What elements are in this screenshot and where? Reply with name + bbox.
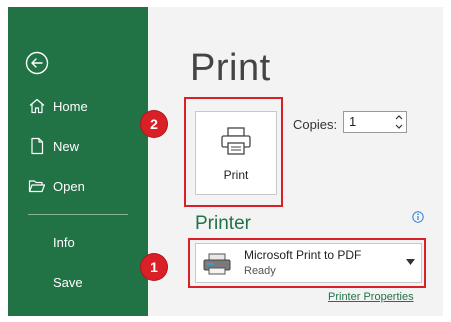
- spin-up-icon[interactable]: [394, 113, 404, 122]
- info-icon[interactable]: [412, 211, 424, 223]
- sidebar-item-save[interactable]: Save: [8, 266, 148, 298]
- callout-badge-2: 2: [141, 111, 167, 137]
- callout-box-printer: [188, 238, 426, 288]
- sidebar-item-info[interactable]: Info: [8, 226, 148, 258]
- callout-badge-1: 1: [141, 254, 167, 280]
- backstage-frame: Home New Open Info Save Print Print Copi…: [8, 7, 443, 316]
- sidebar-item-label: New: [53, 138, 80, 154]
- sidebar-item-label: Info: [53, 234, 75, 250]
- sidebar-item-label: Save: [53, 274, 83, 290]
- copies-value: 1: [349, 114, 357, 129]
- spin-down-icon[interactable]: [394, 122, 404, 131]
- sidebar-item-label: Home: [53, 98, 88, 114]
- sidebar-item-home[interactable]: Home: [8, 90, 148, 122]
- copies-stepper[interactable]: 1: [343, 111, 407, 133]
- printer-properties-link[interactable]: Printer Properties: [328, 291, 414, 303]
- copies-label: Copies:: [293, 117, 338, 132]
- home-icon: [29, 98, 45, 114]
- sidebar-item-label: Open: [53, 178, 85, 194]
- back-arrow-icon[interactable]: [25, 51, 49, 75]
- callout-box-print: [184, 97, 283, 207]
- sidebar-item-new[interactable]: New: [8, 130, 148, 162]
- sidebar-divider: [28, 214, 128, 215]
- printer-section-title: Printer: [195, 213, 251, 234]
- page-title: Print: [190, 47, 271, 89]
- folder-open-icon: [28, 180, 46, 193]
- new-document-icon: [31, 137, 44, 155]
- sidebar: Home New Open Info Save: [8, 7, 148, 316]
- sidebar-item-open[interactable]: Open: [8, 170, 148, 202]
